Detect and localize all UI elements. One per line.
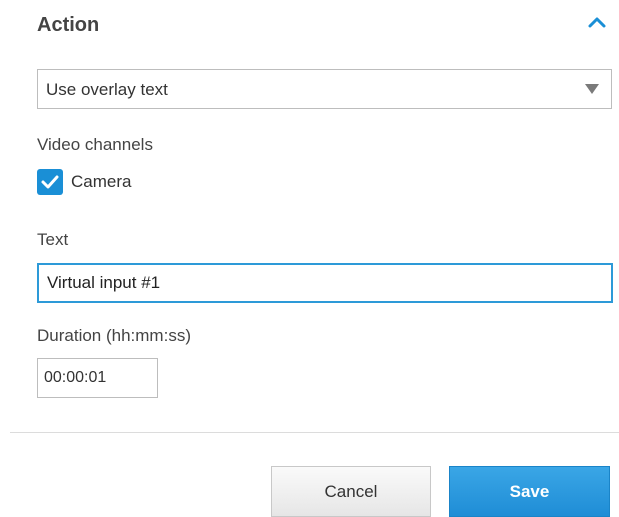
collapse-section-button[interactable]: [586, 12, 608, 34]
divider: [10, 432, 619, 433]
duration-label: Duration (hh:mm:ss): [37, 326, 191, 345]
cancel-button[interactable]: Cancel: [271, 466, 431, 517]
text-label: Text: [37, 230, 69, 249]
camera-checkbox[interactable]: [37, 169, 63, 195]
chevron-up-icon: [588, 17, 606, 28]
checkmark-icon: [41, 175, 59, 189]
triangle-down-icon: [585, 84, 599, 94]
duration-input[interactable]: [37, 358, 158, 398]
section-title: Action: [37, 14, 100, 36]
save-button[interactable]: Save: [449, 466, 610, 517]
video-channels-label: Video channels: [37, 135, 153, 154]
camera-checkbox-label[interactable]: Camera: [71, 172, 131, 192]
action-select-value: Use overlay text: [46, 80, 168, 99]
text-input[interactable]: [37, 263, 613, 303]
action-select[interactable]: Use overlay text: [37, 69, 612, 109]
